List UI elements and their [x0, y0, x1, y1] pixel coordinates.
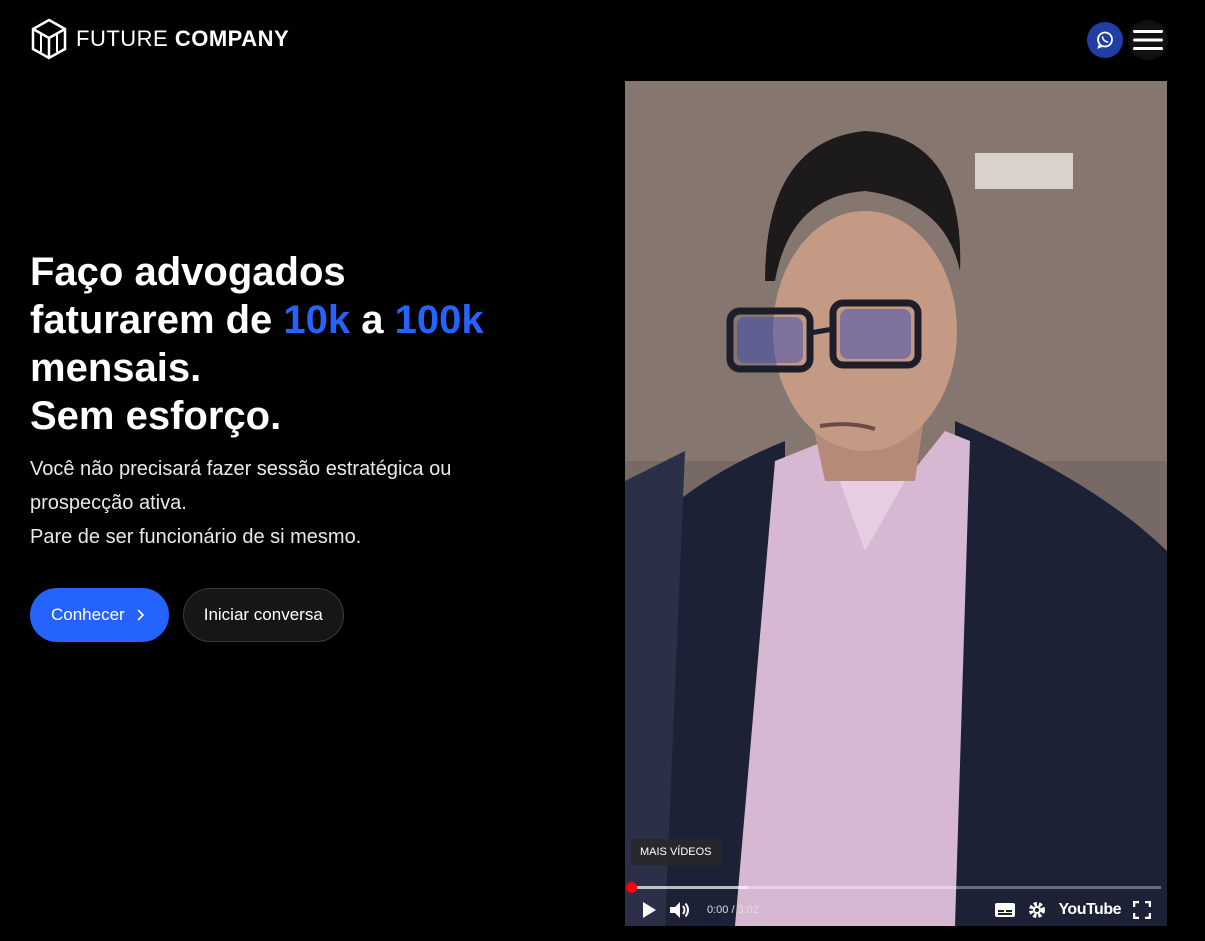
brand-name-light: FUTURE	[76, 26, 169, 51]
whatsapp-icon	[1097, 31, 1113, 49]
brand-name: FUTURE COMPANY	[76, 26, 289, 52]
hamburger-menu-icon	[1133, 30, 1163, 50]
iniciar-conversa-button[interactable]: Iniciar conversa	[182, 588, 344, 642]
subtitle-line-1: Você não precisará fazer sessão estratég…	[30, 458, 452, 514]
highlight-100k: 100k	[394, 298, 484, 342]
video-player[interactable]: MAIS VÍDEOS 0:00 / 3:02 YouTube	[625, 81, 1167, 926]
progress-buffer	[631, 886, 748, 889]
brand-name-bold: COMPANY	[174, 26, 290, 51]
fullscreen-icon[interactable]	[1133, 900, 1151, 919]
hero-headline: Faço advogados faturarem de 10k a 100k m…	[30, 248, 610, 440]
brand-logo[interactable]: FUTURE COMPANY	[30, 18, 289, 60]
volume-icon[interactable]	[669, 901, 691, 919]
whatsapp-button[interactable]	[1087, 22, 1123, 58]
highlight-10k: 10k	[283, 298, 351, 342]
headline-line-3: mensais.	[30, 346, 202, 390]
progress-scrubber[interactable]	[626, 882, 637, 893]
subtitle-line-2: Pare de ser funcionário de si mesmo.	[30, 526, 362, 548]
video-progress-bar[interactable]	[626, 882, 1161, 893]
video-frame	[625, 81, 1167, 926]
headline-line-4: Sem esforço.	[30, 394, 282, 438]
headline-line-2-mid: a	[350, 298, 395, 342]
conhecer-button-label: Conhecer	[51, 605, 125, 624]
headline-line-2-text: faturarem de	[30, 298, 284, 342]
hero-buttons: Conhecer Iniciar conversa	[30, 588, 344, 642]
conhecer-button[interactable]: Conhecer	[30, 588, 169, 642]
headline-line-2: faturarem de 10k a 100k	[30, 296, 610, 344]
play-icon[interactable]	[641, 901, 657, 919]
subtitles-icon[interactable]	[994, 902, 1016, 918]
iniciar-conversa-label: Iniciar conversa	[203, 605, 323, 624]
video-time: 0:00 / 3:02	[707, 903, 759, 916]
cube-logo-icon	[31, 18, 67, 60]
chevron-right-icon	[137, 609, 144, 621]
more-videos-button[interactable]: MAIS VÍDEOS	[631, 839, 721, 865]
headline-line-1: Faço advogados	[30, 250, 346, 294]
menu-button[interactable]	[1128, 20, 1168, 60]
video-controls: 0:00 / 3:02 YouTube	[625, 893, 1167, 926]
youtube-logo[interactable]: YouTube	[1058, 901, 1121, 919]
settings-gear-icon[interactable]	[1028, 901, 1046, 919]
hero-subtitle: Você não precisará fazer sessão estratég…	[30, 452, 590, 554]
